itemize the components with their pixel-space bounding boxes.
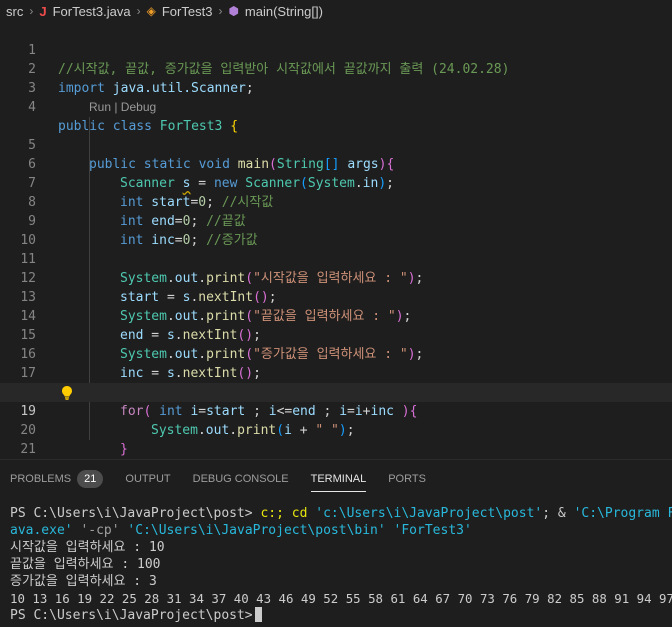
terminal-line: PS C:\Users\i\JavaProject\post> c:; cd '… xyxy=(10,505,672,522)
breadcrumb-src[interactable]: src xyxy=(6,4,23,19)
code-line-current: 19 System.out.print(i + " "); xyxy=(0,383,672,438)
chevron-right-icon: › xyxy=(136,4,141,18)
code-line: 21 } xyxy=(0,421,672,457)
terminal[interactable]: PS C:\Users\i\JavaProject\post> c:; cd '… xyxy=(0,497,672,627)
tab-ports[interactable]: PORTS xyxy=(388,460,426,498)
terminal-prompt: PS C:\Users\i\JavaProject\post> xyxy=(10,608,253,623)
terminal-arg: '-cp' xyxy=(72,523,120,538)
code-line: 13 System.out.print("끝값을 입력하세요 : "); xyxy=(0,269,672,324)
code-line: 12 start = s.nextInt(); xyxy=(0,250,672,305)
tab-problems[interactable]: PROBLEMS 21 xyxy=(10,460,104,498)
codelens-run-debug[interactable]: Run | Debug xyxy=(89,98,156,117)
breadcrumb-method[interactable]: main(String[]) xyxy=(245,4,323,19)
breadcrumb-class[interactable]: ForTest3 xyxy=(162,4,213,19)
breadcrumb-file[interactable]: ForTest3.java xyxy=(53,4,131,19)
terminal-line: ava.exe' '-cp' 'C:\Users\i\JavaProject\p… xyxy=(10,522,472,539)
code-line: 14 end = s.nextInt(); xyxy=(0,288,672,343)
code-line: 10 xyxy=(0,212,672,248)
tab-terminal[interactable]: TERMINAL xyxy=(310,460,366,498)
class-icon: ◈ xyxy=(146,4,156,18)
terminal-output: 시작값을 입력하세요 : 10 xyxy=(10,540,165,555)
terminal-prompt: PS C:\Users\i\JavaProject\post> xyxy=(10,506,253,521)
terminal-arg: 'C:\Users\i\JavaProject\post\bin' xyxy=(119,523,386,538)
terminal-arg: 'C:\Program Files\Java xyxy=(573,506,672,521)
code-line: 2 import java.util.Scanner; xyxy=(0,41,672,96)
java-file-icon: J xyxy=(39,3,47,19)
lightbulb-icon[interactable] xyxy=(60,383,74,402)
code-line: 3 xyxy=(0,60,672,96)
code-line: 5 public static void main(String[] args)… xyxy=(0,117,672,172)
problems-count-badge: 21 xyxy=(77,469,104,488)
tab-output[interactable]: OUTPUT xyxy=(125,460,170,498)
code-line: 4 public class ForTest3 { xyxy=(0,79,672,134)
chevron-right-icon: › xyxy=(218,4,223,18)
code-line: 1 //시작값, 끝값, 증가값을 입력받아 시작값에서 끝값까지 출력 (24… xyxy=(0,22,672,77)
tab-label: PROBLEMS xyxy=(10,472,72,485)
tab-debug-console[interactable]: DEBUG CONSOLE xyxy=(193,460,289,498)
terminal-command: c:; cd xyxy=(252,506,316,521)
code-line: 7 int start=0; //시작값 xyxy=(0,155,672,210)
terminal-cursor xyxy=(254,607,262,622)
terminal-output: 10 13 16 19 22 25 28 31 34 37 40 43 46 4… xyxy=(10,591,672,606)
terminal-command: ; & xyxy=(542,506,574,521)
chevron-right-icon: › xyxy=(29,4,34,18)
terminal-output: 증가값을 입력하세요 : 3 xyxy=(10,574,157,589)
code-line: 15 System.out.print("증가값을 입력하세요 : "); xyxy=(0,307,672,362)
code-line: 17 xyxy=(0,345,672,381)
breadcrumb: src › J ForTest3.java › ◈ ForTest3 › ⬢ m… xyxy=(0,0,672,22)
code-line: 6 Scanner s = new Scanner(System.in); xyxy=(0,136,672,191)
code-line: 22 } xyxy=(0,440,672,459)
method-icon: ⬢ xyxy=(228,4,239,18)
line-number: 4 xyxy=(28,100,36,115)
code-line: 9 int inc=0; //증가값 xyxy=(0,193,672,248)
terminal-output: 끝값을 입력하세요 : 100 xyxy=(10,557,161,572)
terminal-arg: ava.exe' xyxy=(10,523,73,538)
code-line: 16 inc = s.nextInt(); xyxy=(0,326,672,381)
code-line: 20 } xyxy=(0,402,672,457)
panel-tabs: PROBLEMS 21 OUTPUT DEBUG CONSOLE TERMINAL… xyxy=(0,459,672,497)
terminal-line: PS C:\Users\i\JavaProject\post> xyxy=(10,607,262,624)
terminal-arg: 'c:\Users\i\JavaProject\post' xyxy=(315,506,543,521)
code-line: 18 for( int i=start ; i<=end ; i=i+inc )… xyxy=(0,364,672,419)
code-editor[interactable]: 1 //시작값, 끝값, 증가값을 입력받아 시작값에서 끝값까지 출력 (24… xyxy=(0,22,672,459)
code-line: 8 int end=0; //끝값 xyxy=(0,174,672,229)
code-line: 11 System.out.print("시작값을 입력하세요 : "); xyxy=(0,231,672,286)
terminal-arg: 'ForTest3' xyxy=(385,523,472,538)
